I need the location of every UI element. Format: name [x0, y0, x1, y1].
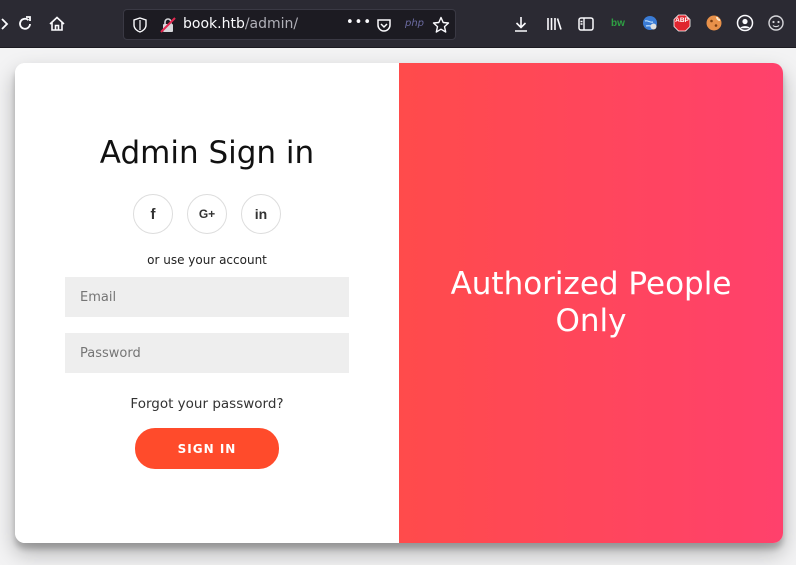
- reload-icon[interactable]: [13, 12, 37, 36]
- alternate-sign-in-text: or use your account: [147, 253, 267, 267]
- globe-extension-icon[interactable]: [640, 13, 660, 33]
- page-actions-icon[interactable]: •••: [346, 15, 372, 30]
- email-field[interactable]: [65, 277, 349, 317]
- linkedin-button[interactable]: in: [241, 194, 281, 234]
- facebook-button[interactable]: f: [133, 194, 173, 234]
- google-plus-icon: G+: [198, 207, 216, 221]
- shield-icon[interactable]: [133, 17, 147, 37]
- php-badge: php: [405, 18, 425, 29]
- bookmark-star-icon[interactable]: [432, 16, 450, 38]
- sign-in-form-panel: Admin Sign in f G+ in or use your accoun…: [15, 63, 399, 543]
- sign-in-button[interactable]: SIGN IN: [135, 428, 279, 469]
- page-title: Admin Sign in: [99, 135, 315, 171]
- url-path: /admin/: [244, 16, 299, 32]
- library-icon[interactable]: [542, 12, 566, 36]
- download-icon[interactable]: [509, 12, 533, 36]
- home-icon[interactable]: [45, 12, 69, 36]
- insecure-lock-icon[interactable]: [160, 17, 176, 37]
- address-bar[interactable]: book.htb/admin/ ••• php: [123, 9, 456, 40]
- overlay-panel: Authorized People Only: [399, 63, 783, 543]
- google-plus-button[interactable]: G+: [187, 194, 227, 234]
- linkedin-icon: in: [254, 206, 268, 222]
- bw-extension-icon[interactable]: bw: [608, 13, 628, 33]
- overlay-heading: Authorized People Only: [450, 266, 732, 339]
- pocket-icon[interactable]: [376, 17, 392, 37]
- url-text[interactable]: book.htb/admin/: [183, 16, 298, 32]
- url-host: book.htb: [183, 16, 245, 32]
- login-card: Admin Sign in f G+ in or use your accoun…: [15, 63, 783, 543]
- sidebar-icon[interactable]: [574, 12, 598, 36]
- browser-toolbar: book.htb/admin/ ••• php bw ABP: [0, 0, 796, 48]
- cookie-extension-icon[interactable]: [704, 13, 724, 33]
- forgot-password-link[interactable]: Forgot your password?: [15, 396, 399, 412]
- account-icon[interactable]: [735, 13, 755, 33]
- password-field[interactable]: [65, 333, 349, 373]
- extension-face-icon[interactable]: [766, 13, 786, 33]
- adblock-plus-icon[interactable]: ABP: [672, 13, 692, 33]
- facebook-icon: f: [150, 205, 156, 223]
